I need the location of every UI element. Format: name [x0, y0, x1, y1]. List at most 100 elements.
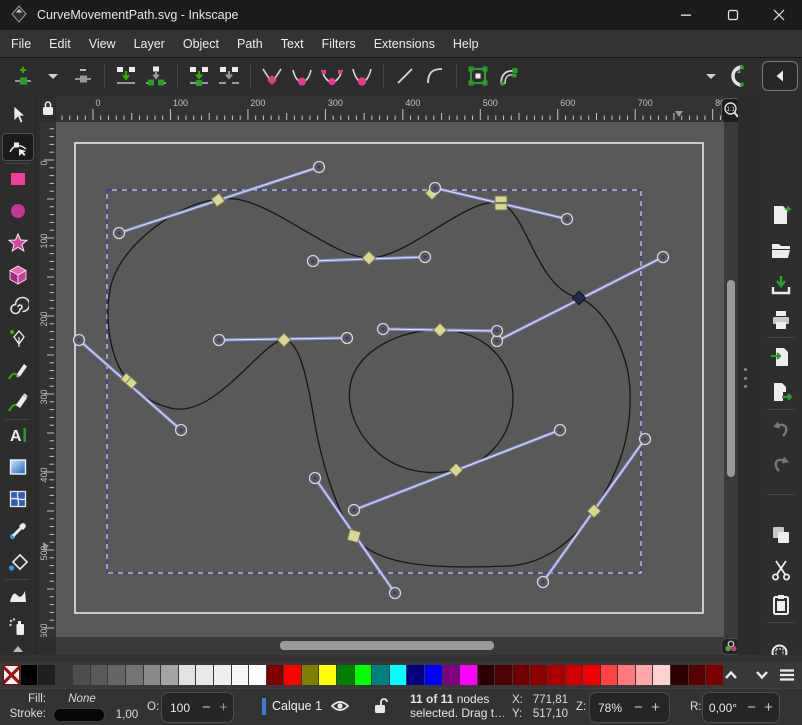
selector-tool[interactable]	[2, 101, 34, 129]
dock-handle-icon[interactable]	[744, 368, 749, 388]
path-effects-button[interactable]: s	[726, 61, 756, 91]
stroke-color-swatch[interactable]	[53, 708, 105, 722]
minimize-button[interactable]	[663, 0, 709, 30]
palette-swatch[interactable]	[407, 665, 424, 685]
palette-swatch[interactable]	[337, 665, 354, 685]
palette-swatch[interactable]	[108, 665, 125, 685]
palette-swatch[interactable]	[460, 665, 477, 685]
palette-swatch[interactable]	[38, 665, 55, 685]
rotation-value[interactable]: 0,00°	[703, 701, 743, 715]
vertical-ruler[interactable]: 0100200300400500600	[40, 122, 56, 637]
box-3d-tool[interactable]	[2, 261, 34, 289]
palette-swatch[interactable]	[478, 665, 495, 685]
delete-segment-button[interactable]	[214, 61, 244, 91]
stroke-to-path-button[interactable]	[493, 61, 523, 91]
palette-swatch[interactable]	[196, 665, 213, 685]
palette-swatch[interactable]	[21, 665, 38, 685]
open-button[interactable]	[764, 235, 798, 265]
spiral-tool[interactable]	[2, 293, 34, 321]
text-tool[interactable]: A	[2, 421, 34, 449]
stroke-width-value[interactable]: 1,00	[112, 709, 142, 721]
make-corner-button[interactable]	[257, 61, 287, 91]
opacity-spinner[interactable]: 100 − +	[161, 692, 234, 723]
zoom-value[interactable]: 78%	[590, 701, 630, 715]
menu-layer[interactable]: Layer	[125, 33, 174, 55]
palette-swatch[interactable]	[249, 665, 266, 685]
star-tool[interactable]	[2, 229, 34, 257]
spray-tool[interactable]	[2, 613, 34, 641]
current-layer[interactable]: Calque 1	[272, 699, 322, 713]
menu-filters[interactable]: Filters	[313, 33, 365, 55]
opacity-value[interactable]: 100	[162, 701, 198, 715]
redo-button[interactable]	[764, 450, 798, 480]
palette-swatch[interactable]	[548, 665, 565, 685]
palette-swatch[interactable]	[91, 665, 108, 685]
menu-extensions[interactable]: Extensions	[365, 33, 444, 55]
gradient-tool[interactable]	[2, 453, 34, 481]
menu-text[interactable]: Text	[272, 33, 313, 55]
palette-scroll-down[interactable]	[753, 665, 771, 685]
rotation-decrease-button[interactable]: −	[743, 699, 760, 716]
object-to-path-button[interactable]	[463, 61, 493, 91]
layer-visibility-toggle[interactable]	[330, 698, 350, 717]
new-document-button[interactable]	[764, 200, 798, 230]
paste-button[interactable]	[764, 590, 798, 620]
palette-swatch[interactable]	[689, 665, 706, 685]
palette-swatch[interactable]	[372, 665, 389, 685]
palette-swatch[interactable]	[618, 665, 635, 685]
insert-node-options-dropdown[interactable]	[38, 61, 68, 91]
zoom-increase-button[interactable]: +	[647, 699, 664, 716]
zoom-decrease-button[interactable]: −	[630, 699, 647, 716]
opacity-increase-button[interactable]: +	[215, 699, 232, 716]
make-auto-smooth-button[interactable]	[347, 61, 377, 91]
palette-swatch[interactable]	[267, 665, 284, 685]
collapse-toolbar-button[interactable]	[762, 61, 798, 91]
make-symmetric-button[interactable]	[317, 61, 347, 91]
layer-lock-toggle[interactable]	[372, 696, 388, 719]
node-editor-tool[interactable]	[2, 133, 34, 161]
save-button[interactable]	[764, 270, 798, 300]
maximize-button[interactable]	[710, 0, 756, 30]
palette-swatch[interactable]	[425, 665, 442, 685]
palette-swatch[interactable]	[583, 665, 600, 685]
palette-swatch[interactable]	[513, 665, 530, 685]
menu-file[interactable]: File	[2, 33, 40, 55]
horizontal-ruler[interactable]: 0100200300400500600700800	[56, 96, 724, 122]
palette-swatch[interactable]	[671, 665, 688, 685]
pen-tool[interactable]	[2, 325, 34, 353]
palette-swatch[interactable]	[302, 665, 319, 685]
palette-swatch[interactable]	[232, 665, 249, 685]
menu-object[interactable]: Object	[174, 33, 228, 55]
rotation-increase-button[interactable]: +	[760, 699, 777, 716]
segment-line-button[interactable]	[390, 61, 420, 91]
close-button[interactable]	[756, 0, 802, 30]
paint-bucket-tool[interactable]	[2, 549, 34, 577]
insert-node-button[interactable]	[8, 61, 38, 91]
zoom-spinner[interactable]: 78% − +	[589, 692, 670, 723]
vertical-scrollbar[interactable]	[724, 122, 738, 637]
opacity-decrease-button[interactable]: −	[198, 699, 215, 716]
palette-swatch[interactable]	[73, 665, 90, 685]
vertical-scrollbar-thumb[interactable]	[727, 280, 735, 477]
palette-swatch[interactable]	[3, 665, 20, 685]
palette-swatch[interactable]	[530, 665, 547, 685]
join-nodes-button[interactable]	[111, 61, 141, 91]
rectangle-tool[interactable]	[2, 165, 34, 193]
palette-swatch[interactable]	[284, 665, 301, 685]
palette-swatch[interactable]	[126, 665, 143, 685]
canvas[interactable]	[56, 122, 724, 637]
delete-node-button[interactable]	[68, 61, 98, 91]
menu-path[interactable]: Path	[228, 33, 272, 55]
fill-value[interactable]: None	[62, 693, 102, 705]
print-button[interactable]	[764, 305, 798, 335]
palette-swatch[interactable]	[144, 665, 161, 685]
import-button[interactable]	[764, 342, 798, 372]
palette-swatch[interactable]	[653, 665, 670, 685]
palette-swatch[interactable]	[179, 665, 196, 685]
palette-swatch[interactable]	[566, 665, 583, 685]
palette-swatch[interactable]	[161, 665, 178, 685]
menu-edit[interactable]: Edit	[40, 33, 80, 55]
palette-swatch[interactable]	[636, 665, 653, 685]
tweak-tool[interactable]	[2, 581, 34, 609]
break-nodes-button[interactable]	[141, 61, 171, 91]
